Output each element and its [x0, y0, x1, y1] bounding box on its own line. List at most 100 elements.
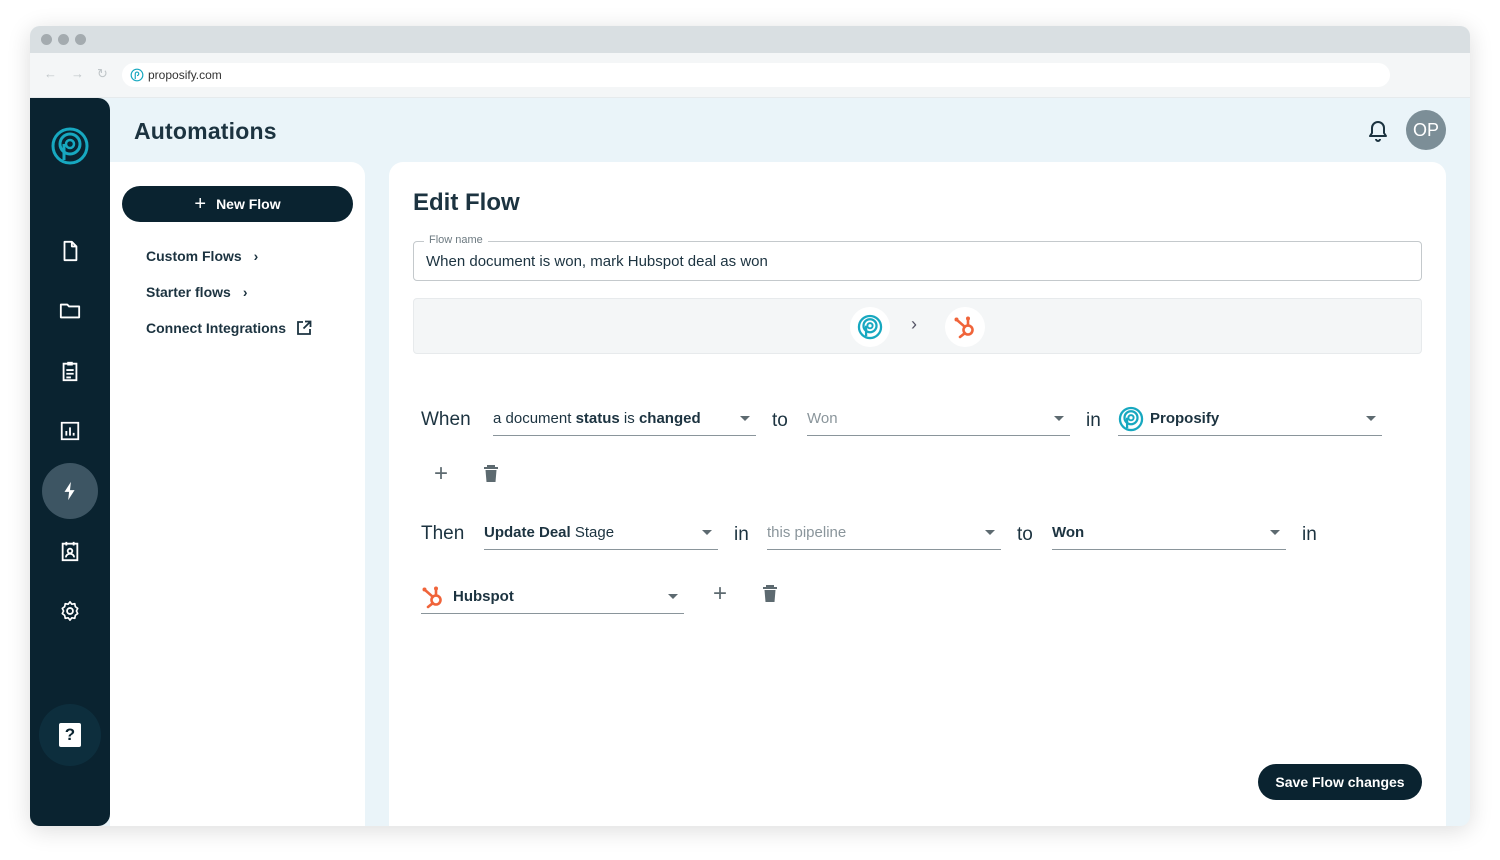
proposify-logo-icon[interactable] — [50, 126, 90, 171]
proposify-logo-icon — [850, 307, 890, 347]
flow-name-value[interactable]: When document is won, mark Hubspot deal … — [426, 253, 768, 270]
rail-item-templates[interactable] — [42, 343, 98, 399]
in-keyword: in — [1302, 524, 1317, 545]
add-condition-button[interactable]: + — [429, 460, 453, 487]
maximize-window-dot[interactable] — [75, 34, 86, 45]
proposify-logo-icon — [1118, 406, 1144, 431]
custom-flows-label: Custom Flows — [146, 248, 242, 264]
chevron-down-icon — [740, 416, 750, 421]
chart-icon — [60, 421, 80, 441]
trigger-app-value: Proposify — [1118, 406, 1366, 432]
trigger-select[interactable]: a document status is changed — [493, 402, 756, 436]
new-flow-button[interactable]: + New Flow — [122, 186, 353, 222]
page-title: Automations — [134, 118, 277, 144]
trigger-text-1: a document — [493, 410, 572, 427]
in-keyword: in — [1086, 410, 1101, 431]
contact-card-icon — [61, 541, 79, 562]
edit-flow-panel: Edit Flow Flow name When document is won… — [389, 162, 1446, 826]
action-app-value: Hubspot — [421, 585, 668, 609]
reload-icon[interactable]: ↻ — [97, 66, 108, 82]
hubspot-logo-icon — [945, 307, 985, 347]
flow-name-label: Flow name — [424, 234, 488, 246]
custom-flows-link[interactable]: Custom Flows › — [146, 248, 258, 264]
action-app-select[interactable]: Hubspot — [421, 580, 684, 614]
icon-rail: ? — [30, 98, 110, 826]
rail-item-contacts[interactable] — [42, 523, 98, 579]
document-icon — [63, 240, 78, 262]
hubspot-logo-icon — [422, 586, 442, 608]
then-keyword: Then — [421, 523, 465, 544]
chevron-down-icon — [1054, 416, 1064, 421]
chevron-down-icon — [985, 530, 995, 535]
stage-value: Won — [1052, 524, 1270, 541]
stage-label: Won — [1052, 524, 1085, 541]
to-keyword: to — [1017, 524, 1033, 545]
title-bar — [30, 26, 1470, 53]
edit-flow-title: Edit Flow — [413, 189, 520, 216]
status-value: Won — [807, 410, 838, 427]
notifications-bell-icon[interactable] — [1368, 120, 1388, 147]
browser-window: ← → ↻ proposify.com ? Automations OP + N… — [30, 26, 1470, 826]
chevron-right-icon: › — [911, 314, 917, 334]
url-text: proposify.com — [148, 68, 222, 82]
pipeline-select[interactable]: this pipeline — [767, 516, 1001, 550]
action-text-rest: Stage — [574, 524, 615, 541]
user-avatar[interactable]: OP — [1406, 110, 1446, 150]
trash-icon — [763, 585, 777, 602]
integration-connector-bar: › — [413, 298, 1422, 354]
chevron-down-icon — [668, 594, 678, 599]
starter-flows-link[interactable]: Starter flows › — [146, 284, 247, 300]
action-value: Update Deal Stage — [484, 524, 702, 541]
rail-item-settings[interactable] — [42, 583, 98, 639]
address-bar: ← → ↻ proposify.com — [30, 53, 1470, 98]
save-flow-button[interactable]: Save Flow changes — [1258, 764, 1422, 800]
stage-select[interactable]: Won — [1052, 516, 1286, 550]
trigger-app-select[interactable]: Proposify — [1118, 402, 1382, 436]
clipboard-icon — [62, 361, 78, 382]
trigger-text-3: is — [623, 410, 635, 427]
add-action-button[interactable]: + — [708, 580, 732, 607]
help-icon: ? — [59, 723, 81, 747]
forward-icon[interactable]: → — [71, 66, 84, 82]
trigger-text-2: status — [575, 410, 620, 427]
trigger-text-4: changed — [638, 410, 701, 427]
trigger-app-label: Proposify — [1150, 410, 1220, 427]
back-icon[interactable]: ← — [44, 66, 57, 82]
new-flow-label: New Flow — [216, 196, 281, 212]
trash-icon — [484, 465, 498, 482]
external-link-icon — [297, 320, 312, 335]
trigger-value: a document status is changed — [493, 410, 740, 427]
lightning-icon — [64, 481, 75, 501]
rail-item-automations[interactable] — [42, 463, 98, 519]
action-select[interactable]: Update Deal Stage — [484, 516, 718, 550]
connect-integrations-link[interactable]: Connect Integrations — [146, 320, 312, 336]
rail-item-reports[interactable] — [42, 403, 98, 459]
pipeline-value: this pipeline — [767, 524, 847, 541]
plus-icon: + — [194, 193, 207, 215]
automations-subnav: + New Flow Custom Flows › Starter flows … — [110, 162, 365, 826]
action-app-label: Hubspot — [453, 588, 514, 605]
action-text-bold: Update Deal — [484, 524, 571, 541]
chevron-down-icon — [1366, 416, 1376, 421]
in-keyword: in — [734, 524, 749, 545]
delete-condition-button[interactable] — [479, 462, 503, 486]
gear-icon — [61, 601, 79, 621]
rail-item-documents[interactable] — [42, 223, 98, 279]
when-keyword: When — [421, 409, 471, 430]
folder-icon — [59, 303, 81, 319]
site-favicon-icon — [130, 68, 144, 82]
help-button[interactable]: ? — [39, 704, 101, 766]
app-area: ? Automations OP + New Flow Custom Flows… — [30, 98, 1470, 826]
status-select[interactable]: Won — [807, 402, 1070, 436]
chevron-right-icon: › — [253, 248, 259, 264]
url-field[interactable]: proposify.com — [122, 63, 1390, 87]
close-window-dot[interactable] — [41, 34, 52, 45]
delete-action-button[interactable] — [758, 582, 782, 606]
rail-item-folders[interactable] — [42, 283, 98, 339]
starter-flows-label: Starter flows — [146, 284, 231, 300]
chevron-down-icon — [1270, 530, 1280, 535]
flow-name-field[interactable]: Flow name When document is won, mark Hub… — [413, 234, 1422, 281]
connect-integrations-label: Connect Integrations — [146, 320, 287, 336]
chevron-down-icon — [702, 530, 712, 535]
minimize-window-dot[interactable] — [58, 34, 69, 45]
